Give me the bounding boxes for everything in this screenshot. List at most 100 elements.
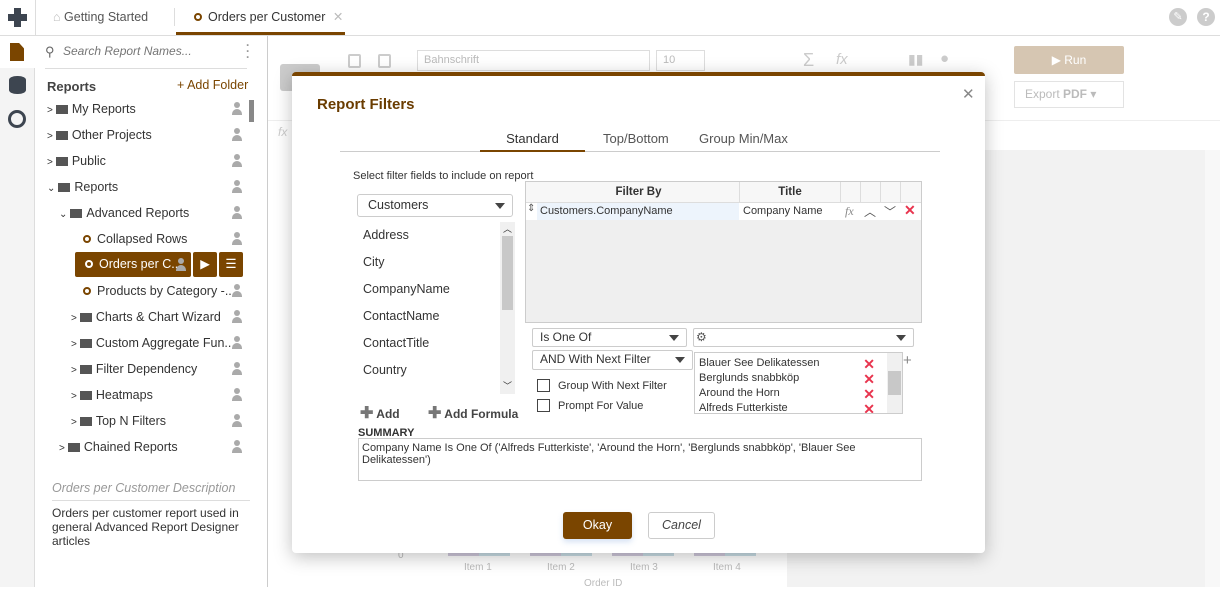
tree-item[interactable]: > Custom Aggregate Fun... <box>71 332 242 354</box>
tree-item[interactable]: ⌄ Reports <box>47 176 242 198</box>
group-with-next-checkbox[interactable] <box>537 379 550 392</box>
tree-item[interactable]: Collapsed Rows <box>83 228 242 250</box>
chevron-right-icon[interactable]: > <box>71 391 77 402</box>
field-list-scrollbar[interactable]: ︿ ﹀ <box>500 222 515 394</box>
folder-icon <box>58 183 71 192</box>
report-circle-icon <box>194 13 202 21</box>
chevron-right-icon[interactable]: > <box>71 313 77 324</box>
tree-item[interactable]: Orders per C... <box>75 252 191 277</box>
description-title: Orders per Customer Description <box>52 481 236 495</box>
move-down-icon[interactable]: ﹀ <box>884 203 896 220</box>
delete-filter-icon[interactable]: ✕ <box>904 202 916 219</box>
home-icon: ⌂ <box>53 10 61 24</box>
field-item[interactable]: Country <box>363 363 407 377</box>
folder-icon <box>55 131 68 140</box>
help-icon[interactable]: ? <box>1197 8 1215 26</box>
tree-item[interactable]: > My Reports <box>47 98 242 120</box>
value-item[interactable]: Alfreds Futterkiste ✕ <box>699 401 885 413</box>
tree-item[interactable]: ⌄ Advanced Reports <box>59 202 242 224</box>
tab-standard[interactable]: Standard <box>480 131 585 152</box>
tab-group-min-max[interactable]: Group Min/Max <box>699 131 788 146</box>
logic-select[interactable]: AND With Next Filter <box>532 350 693 370</box>
more-options-icon[interactable]: · · · <box>246 39 250 63</box>
shared-user-icon <box>232 310 242 323</box>
value-item[interactable]: Berglunds snabbköp ✕ <box>699 371 885 387</box>
tree-item[interactable]: > Other Projects <box>47 124 242 146</box>
tree-item[interactable]: > Filter Dependency <box>71 358 242 380</box>
shared-user-icon <box>176 258 186 271</box>
clock-icon[interactable] <box>8 110 26 128</box>
tree-item[interactable]: > Charts & Chart Wizard <box>71 306 242 328</box>
chevron-right-icon[interactable]: > <box>59 443 65 454</box>
chevron-down-icon[interactable]: ⌄ <box>59 209 67 220</box>
close-tab-icon[interactable]: ✕ <box>333 10 343 24</box>
move-up-icon[interactable]: ︿ <box>864 203 876 220</box>
add-folder-button[interactable]: + Add Folder <box>177 78 248 92</box>
reports-nav-button[interactable] <box>0 36 35 68</box>
sidebar-scrollbar[interactable] <box>249 100 254 122</box>
filter-by-cell[interactable]: Customers.CompanyName <box>537 203 739 220</box>
tree-item[interactable]: > Top N Filters <box>71 410 242 432</box>
value-item[interactable]: Blauer See Delikatessen ✕ <box>699 356 885 372</box>
chart-icon[interactable]: ▮▮ <box>908 51 923 68</box>
report-menu-button[interactable]: ☰ <box>219 252 243 277</box>
close-icon[interactable]: ✕ <box>962 85 975 103</box>
field-item[interactable]: ContactTitle <box>363 336 429 350</box>
tab-top-bottom[interactable]: Top/Bottom <box>603 131 669 146</box>
formula-icon[interactable]: fx <box>845 204 854 219</box>
add-icon[interactable] <box>378 54 391 68</box>
font-select[interactable]: Bahnschrift <box>417 50 650 71</box>
chevron-right-icon[interactable]: > <box>47 157 53 168</box>
tab-getting-started[interactable]: ⌂ Getting Started <box>53 0 148 35</box>
values-scrollbar[interactable] <box>887 353 902 413</box>
map-pin-icon[interactable]: ● <box>940 50 949 67</box>
field-item[interactable]: Address <box>363 228 409 242</box>
chevron-right-icon[interactable]: > <box>71 417 77 428</box>
plus-icon: ✚ <box>360 405 374 422</box>
title-cell[interactable]: Company Name <box>741 203 840 220</box>
chevron-right-icon[interactable]: > <box>47 105 53 116</box>
tree-item[interactable]: > Public <box>47 150 242 172</box>
chevron-right-icon[interactable]: > <box>71 365 77 376</box>
field-item[interactable]: CompanyName <box>363 282 450 296</box>
table-select[interactable]: Customers <box>357 194 513 217</box>
run-button[interactable]: ▶ Run <box>1014 46 1124 74</box>
prompt-for-value-checkbox[interactable] <box>537 399 550 412</box>
tree-item[interactable]: Products by Category -... <box>83 280 242 302</box>
cancel-button[interactable]: Cancel <box>648 512 715 539</box>
font-size-input[interactable]: 10 <box>656 50 705 71</box>
drag-handle-icon[interactable]: ⇕ <box>527 203 535 214</box>
sum-icon[interactable]: Σ <box>803 50 814 71</box>
run-report-button[interactable]: ▶ <box>193 252 217 277</box>
value-select[interactable]: ⚙ <box>693 328 914 347</box>
tab-orders-per-customer[interactable]: Orders per Customer ✕ <box>176 0 345 35</box>
database-icon[interactable] <box>9 76 26 94</box>
search-input[interactable] <box>63 42 233 60</box>
field-item[interactable]: City <box>363 255 385 269</box>
operator-select[interactable]: Is One Of <box>532 328 687 347</box>
chart-tick-label: Item 4 <box>713 562 741 573</box>
chart-bar <box>694 553 756 556</box>
save-icon[interactable] <box>348 54 361 68</box>
filter-row[interactable]: ⇕ Customers.CompanyName Company Name fx … <box>526 202 921 220</box>
gear-icon[interactable]: ⚙ <box>696 329 707 346</box>
shared-user-icon <box>232 284 242 297</box>
canvas-scrollbar[interactable] <box>1205 150 1220 587</box>
tools-icon[interactable]: ✎ <box>1169 8 1187 26</box>
remove-value-icon[interactable]: ✕ <box>863 401 875 413</box>
formula-icon[interactable]: fx <box>836 51 848 68</box>
tree-item[interactable]: > Chained Reports <box>59 436 242 458</box>
add-field-button[interactable]: ✚ Add <box>360 403 400 423</box>
chevron-right-icon[interactable]: > <box>71 339 77 350</box>
value-item[interactable]: Around the Horn ✕ <box>699 386 885 402</box>
field-item[interactable]: ContactName <box>363 309 439 323</box>
chevron-right-icon[interactable]: > <box>47 131 53 142</box>
export-button[interactable]: Export PDF ▾ <box>1014 81 1124 108</box>
tree-item[interactable]: > Heatmaps <box>71 384 242 406</box>
add-icon[interactable] <box>8 8 27 27</box>
add-value-icon[interactable]: + <box>903 352 912 369</box>
okay-button[interactable]: Okay <box>563 512 632 539</box>
shared-user-icon <box>232 362 242 375</box>
add-formula-button[interactable]: ✚ Add Formula <box>428 403 518 423</box>
chevron-down-icon[interactable]: ⌄ <box>47 183 55 194</box>
